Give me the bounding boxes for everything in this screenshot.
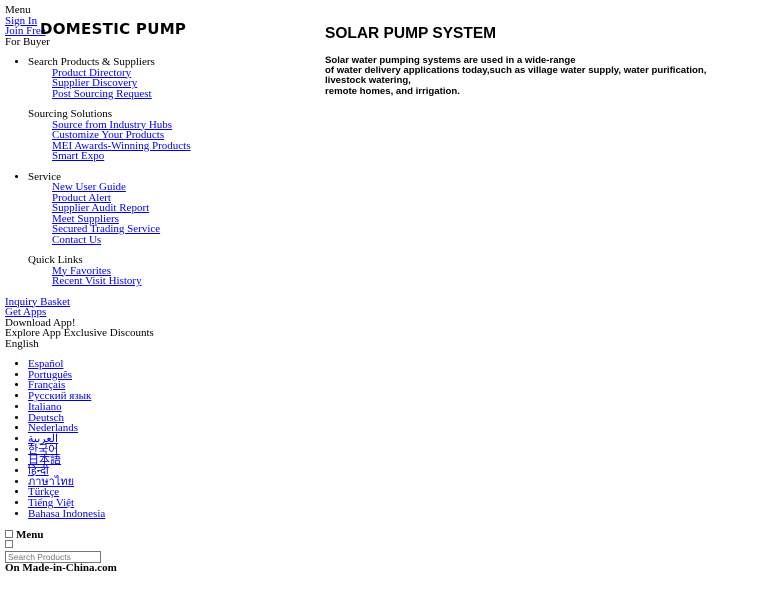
nav-group: Quick Links My Favorites Recent Visit Hist…	[28, 255, 305, 287]
nav-group: Sourcing Solutions Source from Industry H…	[28, 109, 305, 162]
explore-label: Explore App Exclusive Discounts	[5, 327, 154, 339]
main-content: SOLAR PUMP SYSTEM Solar water pumping sy…	[325, 26, 745, 97]
search-checkbox[interactable]	[5, 540, 13, 549]
logo[interactable]: DOMESTIC PUMP	[40, 22, 186, 36]
nav-link[interactable]: Smart Expo	[52, 150, 104, 162]
search-input[interactable]	[5, 550, 101, 563]
language-label: English	[5, 337, 39, 350]
description-line: of water delivery applications today,suc…	[325, 65, 707, 87]
nav-group: Search Products & SuppliersProduct Direc…	[28, 57, 305, 99]
bottom-menu-label: Menu	[16, 528, 44, 541]
description-line: remote homes, and irrigation.	[325, 85, 460, 97]
for-buyer-label: For Buyer	[5, 35, 50, 48]
left-menu: Menu Sign In Join Free For Buyer Search …	[5, 5, 305, 573]
inquiry-basket-link[interactable]: Inquiry Basket	[5, 296, 305, 308]
nav-link[interactable]: Contact Us	[52, 234, 101, 246]
buyer-nav: Search Products & SuppliersProduct Direc…	[5, 57, 305, 287]
nav-link[interactable]: Recent Visit History	[52, 275, 142, 287]
nav-link[interactable]: Post Sourcing Request	[52, 88, 152, 100]
on-site-label: On Made-in-China.com	[5, 561, 117, 574]
language-link[interactable]: Bahasa Indonesia	[28, 508, 105, 520]
nav-group: ServiceNew User GuideProduct AlertSuppli…	[28, 171, 305, 246]
page-title: SOLAR PUMP SYSTEM	[325, 25, 497, 42]
get-apps-link[interactable]: Get Apps	[5, 307, 305, 318]
menu-label: Menu	[5, 4, 31, 16]
language-list: EspañolPortuguêsFrançaisРусский языкItal…	[5, 359, 305, 520]
menu-checkbox[interactable]	[5, 529, 13, 538]
